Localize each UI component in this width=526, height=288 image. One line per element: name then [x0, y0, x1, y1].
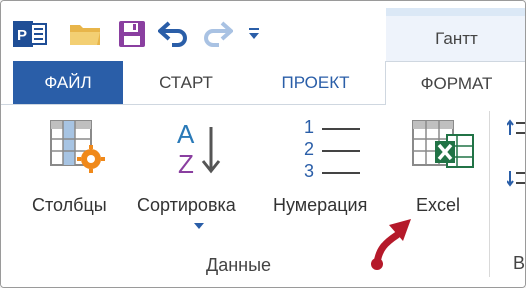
- undo-icon[interactable]: [158, 21, 190, 47]
- ribbon-tabs: ФАЙЛ СТАРТ ПРОЕКТ ФОРМАТ: [1, 61, 525, 105]
- numbering-label: Нумерация: [273, 195, 368, 215]
- next-group-label: В: [513, 253, 526, 273]
- tab-format[interactable]: ФОРМАТ: [385, 61, 525, 105]
- tab-format-label: ФОРМАТ: [420, 73, 493, 93]
- ribbon-panel: Столбцы A Z Сортировка 1 2 3 Нумерация E…: [1, 105, 526, 287]
- tab-project-label: ПРОЕКТ: [281, 72, 350, 92]
- tab-start[interactable]: СТАРТ: [141, 61, 231, 104]
- numbering-list-icon: 1 2 3: [304, 117, 364, 181]
- tab-file[interactable]: ФАЙЛ: [13, 61, 123, 104]
- excel-label: Excel: [416, 195, 461, 215]
- tab-file-label: ФАЙЛ: [44, 72, 92, 92]
- chevron-down-icon: [194, 223, 204, 229]
- svg-text:P: P: [17, 27, 27, 44]
- project-app-icon[interactable]: P: [13, 19, 47, 49]
- sort-label: Сортировка: [137, 195, 236, 215]
- indent-arrows-icon[interactable]: [507, 119, 526, 193]
- contextual-tab-strip: [386, 8, 525, 16]
- contextual-tab-gantt[interactable]: Гантт: [386, 16, 525, 61]
- contextual-tab-label: Гантт: [435, 28, 478, 48]
- tab-start-label: СТАРТ: [159, 72, 213, 92]
- sort-button[interactable]: A Z Сортировка: [135, 105, 265, 245]
- columns-gear-icon: [50, 120, 105, 173]
- app-window: P Гантт ФАЙЛ СТАРТ ПРОЕКТ ФОРМАТ Столбцы…: [0, 0, 526, 288]
- redo-icon[interactable]: [201, 21, 233, 47]
- group-label-data: Данные: [206, 255, 272, 275]
- numbering-digit-2: 2: [304, 139, 315, 159]
- group-separator: [489, 111, 490, 277]
- svg-text:A: A: [177, 119, 195, 149]
- columns-label: Столбцы: [32, 195, 107, 215]
- open-folder-icon[interactable]: [69, 21, 103, 47]
- excel-export-icon: [412, 120, 474, 168]
- columns-button[interactable]: Столбцы: [29, 105, 133, 245]
- numbering-digit-3: 3: [304, 161, 315, 181]
- annotation-arrow-icon: [371, 219, 411, 270]
- save-icon[interactable]: [117, 19, 147, 49]
- sort-az-icon: A Z: [177, 119, 221, 179]
- tab-project[interactable]: ПРОЕКТ: [263, 61, 368, 104]
- customize-qat-icon[interactable]: [248, 27, 260, 41]
- svg-text:Z: Z: [178, 149, 194, 179]
- numbering-digit-1: 1: [304, 117, 315, 137]
